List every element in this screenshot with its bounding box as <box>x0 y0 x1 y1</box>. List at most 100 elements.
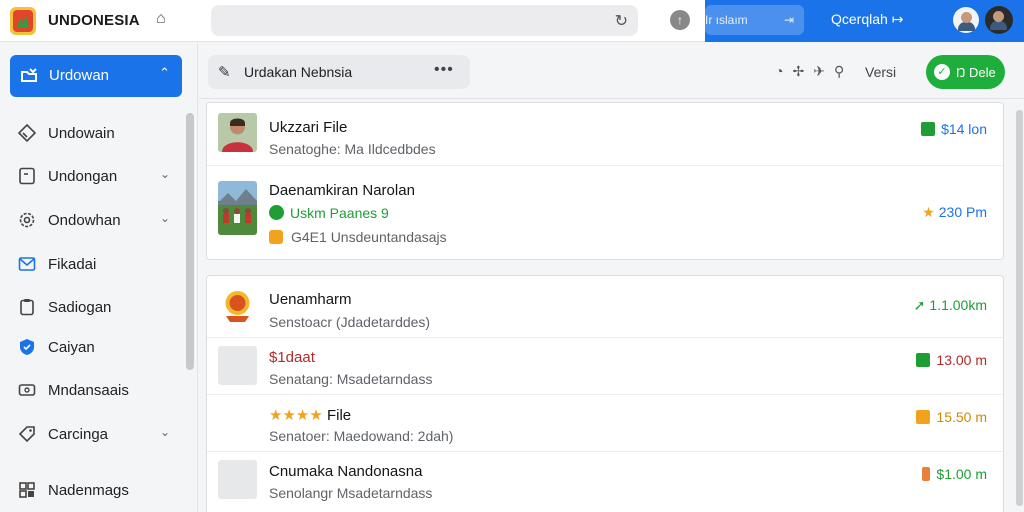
emblem-icon <box>218 286 257 325</box>
breadcrumb[interactable]: ✎ Urdakan Nebnsia ••• <box>208 55 470 89</box>
top-bar: UNDONESIA ⌂ ↻ ↑ Ir ıslaım ⇥ Qcerqlah ↦ <box>0 0 1024 42</box>
status-text: Uskm Paanes 9 <box>290 205 389 221</box>
content-header: ✎ Urdakan Nebnsia ••• ◔ ✢ ✈ ⚲ Versi ✓ Ŋ Del… <box>199 43 1024 99</box>
placeholder-thumbnail <box>218 346 257 385</box>
sidebar-item-label: Sadiogan <box>48 299 112 316</box>
sidebar-item-label: Caiyan <box>48 339 95 356</box>
sidebar-item-caiyan[interactable]: Caiyan <box>0 329 186 365</box>
item-value: ★ 230 Pm <box>922 204 987 221</box>
account-switch-button[interactable]: Ir ıslaım ⇥ <box>705 5 804 35</box>
tag-icon <box>18 426 35 443</box>
chevron-up-icon: ⌃ <box>159 65 170 80</box>
tag-check-icon <box>916 353 931 367</box>
person-photo <box>218 113 257 152</box>
breadcrumb-label: Urdakan Nebnsia <box>244 64 353 80</box>
item-title: ★★★★ File <box>269 406 351 424</box>
sidebar-item-label: Carcinga <box>48 426 109 443</box>
search-link[interactable]: Qcerqlah ↦ <box>831 11 903 28</box>
item-meta: G4E1 Unsdeuntandasajs <box>269 229 447 245</box>
star-icon: ★ <box>922 204 935 220</box>
status-badge: Uskm Paanes 9 <box>269 205 389 221</box>
primary-action-button[interactable]: ✓ Ŋ Dele <box>926 55 1005 89</box>
sidebar-item-fikadai[interactable]: Fikadai <box>0 246 186 282</box>
item-meta-text: G4E1 Unsdeuntandasajs <box>291 229 447 245</box>
folder-check-icon <box>21 68 37 82</box>
card-icon <box>18 384 36 396</box>
sidebar-item-undowain[interactable]: Undowain <box>0 115 186 151</box>
home-icon[interactable]: ⌂ <box>156 10 174 28</box>
wallet-icon <box>921 122 936 136</box>
brand-name: UNDONESIA <box>48 12 140 29</box>
list-item[interactable]: Cnumaka Nandonasna Senolangr Msadetarnda… <box>207 452 1003 512</box>
pin-tool-icon[interactable]: ✈ <box>813 63 825 79</box>
item-title: Ukzzari File <box>269 119 348 136</box>
profile-avatar[interactable] <box>985 6 1013 34</box>
history-icon[interactable]: ◔ <box>775 63 783 79</box>
mail-icon <box>18 257 36 271</box>
item-subtitle: Senatang: Msadetarndass <box>269 371 433 387</box>
list-item[interactable]: Daenamkiran Narolan Uskm Paanes 9 G4E1 U… <box>207 166 1003 260</box>
item-title: $1daat <box>269 349 315 366</box>
more-icon[interactable]: ••• <box>434 61 454 79</box>
sidebar-item-mndansaais[interactable]: Mndansaais <box>0 372 186 408</box>
item-value: 15.50 m <box>916 409 987 425</box>
item-value: ➚ 1.1.00km <box>914 297 987 314</box>
list-item[interactable]: Uenamharm Senstoacr (Jdadetarddes) ➚ 1.1.… <box>207 276 1003 338</box>
sidebar-item-label: Urdowan <box>49 67 110 84</box>
item-value-text: 15.50 m <box>936 409 987 425</box>
app-logo-icon[interactable] <box>9 6 37 36</box>
user-avatar[interactable] <box>953 7 979 33</box>
sidebar: Urdowan ⌃ Undowain Undongan ⌄ Ondowhan ⌄… <box>0 43 198 512</box>
shield-icon <box>20 339 34 355</box>
sidebar-item-ondowhan[interactable]: Ondowhan ⌄ <box>0 202 186 238</box>
sidebar-item-active[interactable]: Urdowan ⌃ <box>10 55 182 97</box>
check-circle-icon: ✓ <box>934 64 950 80</box>
item-title: Uenamharm <box>269 291 352 308</box>
primary-action-label: Ŋ Dele <box>956 65 996 80</box>
sidebar-item-label: Nadenmags <box>48 482 129 499</box>
group-photo <box>218 181 257 235</box>
item-subtitle: Senstoacr (Jdadetarddes) <box>269 314 431 330</box>
version-link[interactable]: Versi <box>865 64 896 80</box>
sidebar-item-nadenmags[interactable]: Nadenmags <box>0 472 186 508</box>
gear-icon <box>19 212 35 228</box>
chevron-down-icon[interactable]: ⌄ <box>160 211 170 225</box>
item-value-text: 1.1.00km <box>929 297 987 313</box>
list-item[interactable]: $1daat Senatang: Msadetarndass 13.00 m <box>207 338 1003 395</box>
sidebar-item-sadiogan[interactable]: Sadiogan <box>0 289 186 325</box>
sidebar-item-carcinga[interactable]: Carcinga ⌄ <box>0 416 186 452</box>
chevron-down-icon[interactable]: ⌄ <box>160 425 170 439</box>
reload-icon[interactable]: ↻ <box>615 11 628 31</box>
sidebar-item-label: Undongan <box>48 168 118 185</box>
sidebar-item-undongan[interactable]: Undongan ⌄ <box>0 158 186 194</box>
sidebar-item-label: Ondowhan <box>48 212 121 229</box>
arrow-right-icon: ⇥ <box>783 13 794 27</box>
item-value-text: 230 Pm <box>938 204 987 220</box>
grid-icon <box>19 482 35 498</box>
info-icon[interactable]: ⚲ <box>834 63 844 79</box>
list-item[interactable]: ★★★★ File Senatoer: Maedowand: 2dah) 15.… <box>207 395 1003 452</box>
item-subtitle: Senatoer: Maedowand: 2dah) <box>269 428 454 444</box>
content-scrollbar[interactable] <box>1016 110 1023 506</box>
results-card: Uenamharm Senstoacr (Jdadetarddes) ➚ 1.1.… <box>206 275 1004 512</box>
results-card: Ukzzari File Senatoghe: Ma Ildcedbdes $1… <box>206 102 1004 260</box>
item-value: $14 lon <box>921 121 987 137</box>
chevron-down-icon[interactable]: ⌄ <box>160 167 170 181</box>
item-title-rest: File <box>322 407 352 424</box>
rating-stars-icon: ★★★★ <box>269 407 323 424</box>
extension-icon[interactable]: ↑ <box>670 10 690 30</box>
address-bar[interactable]: ↻ <box>211 5 638 36</box>
item-value-text: $14 lon <box>941 121 987 137</box>
sidebar-item-label: Fikadai <box>48 256 97 273</box>
list-item[interactable]: Ukzzari File Senatoghe: Ma Ildcedbdes $1… <box>207 103 1003 166</box>
sidebar-item-label: Mndansaais <box>48 382 129 399</box>
badge-icon <box>269 230 283 244</box>
pin-icon: ✎ <box>218 64 231 81</box>
account-switch-label: Ir ıslaım <box>705 13 748 27</box>
sidebar-scrollbar[interactable] <box>186 113 194 370</box>
clipboard-icon <box>20 299 34 316</box>
sparkle-icon[interactable]: ✢ <box>792 63 804 79</box>
item-title-text: ★★★★ File <box>269 407 351 424</box>
item-value: $1.00 m <box>922 466 987 482</box>
item-value-text: 13.00 m <box>936 352 987 368</box>
